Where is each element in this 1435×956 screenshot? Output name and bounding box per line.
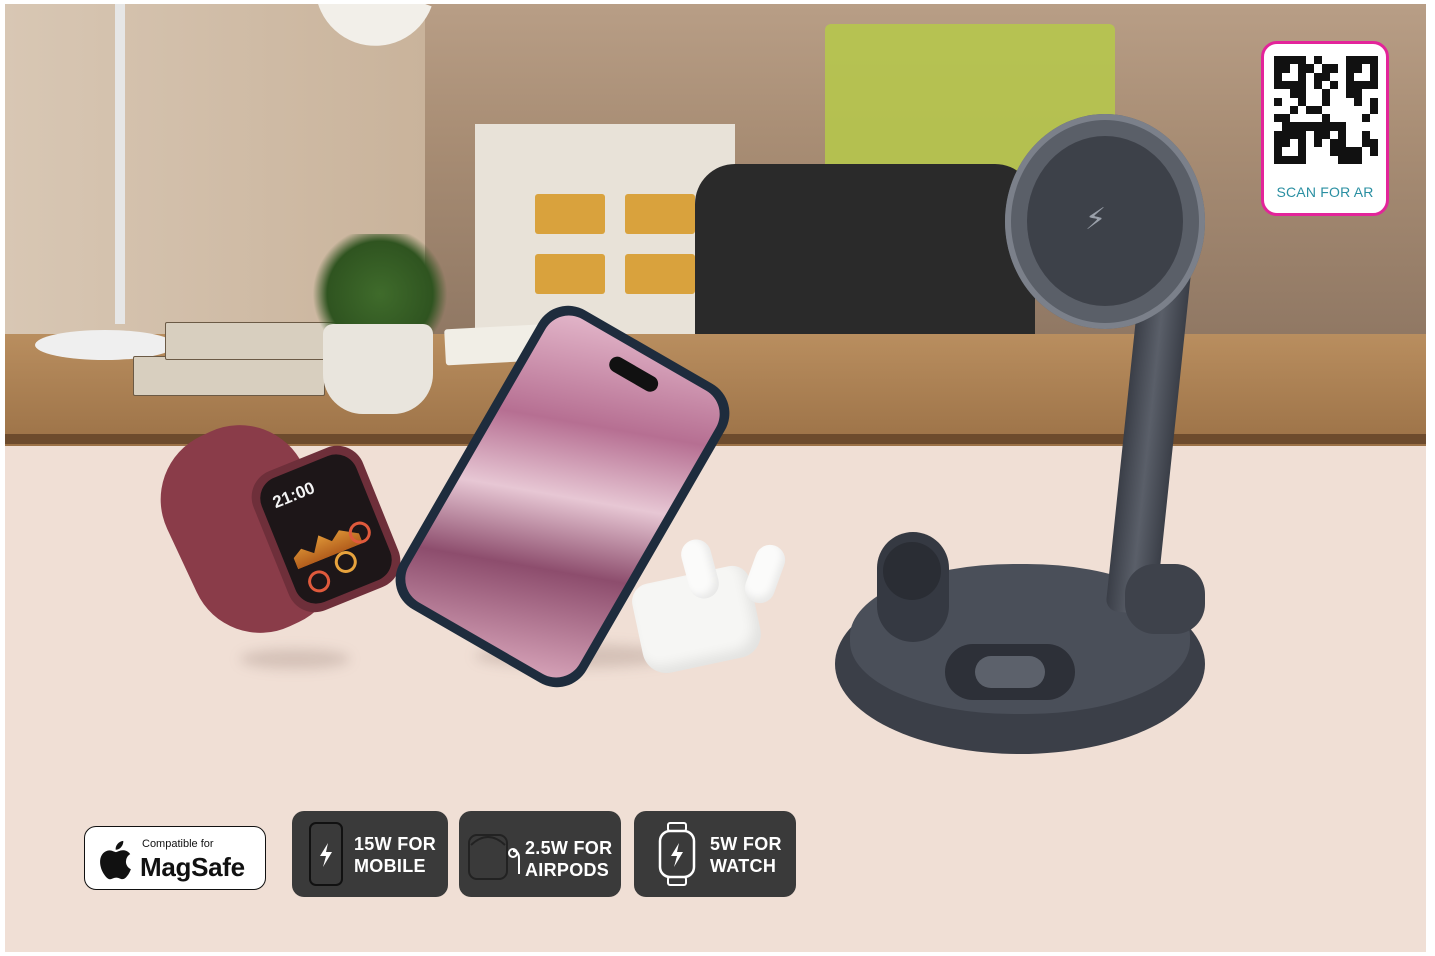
shelf-box — [535, 194, 605, 234]
magsafe-title: MagSafe — [140, 852, 245, 882]
phone-charging-icon — [309, 822, 343, 886]
shelf-box — [535, 254, 605, 294]
shelf-box — [625, 194, 695, 234]
spec-line1: 5W FOR — [710, 834, 782, 854]
magsafe-charging-disc: ⚡ — [1005, 114, 1205, 329]
bolt-icon: ⚡ — [1085, 202, 1107, 237]
lamp-pole — [115, 4, 125, 324]
plant — [305, 234, 455, 334]
qr-label: SCAN FOR AR — [1276, 184, 1374, 200]
room-background — [5, 4, 1426, 364]
dynamic-island — [606, 353, 662, 395]
plant-pot — [323, 324, 433, 414]
airpods-charging-pad — [945, 644, 1075, 700]
book — [133, 356, 325, 396]
airpods-case-icon — [468, 834, 520, 880]
spec-badge-airpods: 2.5W FOR AIRPODS — [459, 811, 621, 897]
shelf-box — [625, 254, 695, 294]
airpod-right — [740, 540, 790, 608]
spec-line2: AIRPODS — [525, 860, 610, 880]
watch-ring — [304, 567, 334, 596]
qr-code-card[interactable]: SCAN FOR AR — [1261, 41, 1389, 216]
apple-logo-icon — [100, 840, 131, 880]
watch-charging-icon — [658, 822, 696, 886]
magsafe-caption: Compatible for — [142, 838, 214, 850]
product-banner: 21:00 ⚡ SCAN FOR AR Compatible for MagSa… — [5, 4, 1426, 952]
watch-puck-face — [883, 542, 941, 600]
charger-hinge — [1125, 564, 1205, 634]
magsafe-compatible-badge: Compatible for MagSafe — [84, 826, 266, 890]
watch-shadow — [240, 649, 350, 669]
spec-line2: MOBILE — [354, 856, 426, 876]
spec-badge-mobile: 15W FOR MOBILE — [292, 811, 448, 897]
spec-badge-watch: 5W FOR WATCH — [634, 811, 796, 897]
spec-line1: 2.5W FOR — [525, 838, 613, 858]
charging-pad-inner — [975, 656, 1045, 688]
watch-charging-puck — [877, 532, 949, 642]
spec-line1: 15W FOR — [354, 834, 437, 854]
spec-line2: WATCH — [710, 856, 777, 876]
qr-code-icon[interactable] — [1274, 56, 1378, 164]
watch-time: 21:00 — [269, 478, 318, 513]
